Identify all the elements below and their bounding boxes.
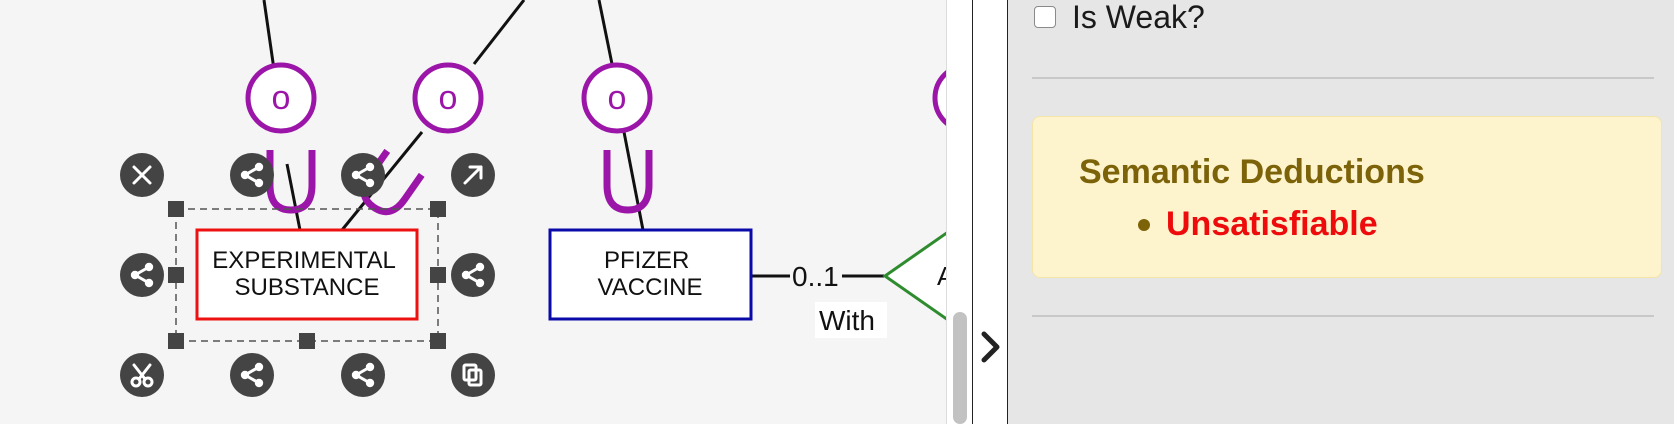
is-weak-row: Is Weak? bbox=[1034, 0, 1205, 35]
entity-label: EXPERIMENTAL SUBSTANCE bbox=[212, 247, 401, 301]
deduction-list: Unsatisfiable bbox=[1138, 205, 1378, 244]
divider bbox=[1032, 77, 1654, 79]
deductions-title: Semantic Deductions bbox=[1079, 153, 1425, 191]
disjoint-union-markers: o o o bbox=[245, 62, 946, 216]
resize-handle[interactable] bbox=[430, 333, 446, 349]
close-handle-button[interactable] bbox=[120, 153, 164, 197]
resize-handle[interactable] bbox=[168, 333, 184, 349]
entity-label-line: SUBSTANCE bbox=[235, 274, 380, 301]
entity-pfizer-vaccine[interactable]: PFIZER VACCINE bbox=[548, 228, 753, 321]
disjoint-marker-partial[interactable] bbox=[932, 65, 946, 131]
arrow-up-right-handle-button[interactable] bbox=[451, 153, 495, 197]
diagram-canvas[interactable]: A o o o EXPERIMENTAL SUBSTANCE PFIZER VA… bbox=[0, 0, 946, 424]
is-weak-checkbox[interactable] bbox=[1034, 6, 1056, 28]
share-handle-button[interactable] bbox=[451, 253, 495, 297]
resize-handle[interactable] bbox=[430, 201, 446, 217]
divider bbox=[1032, 315, 1654, 317]
deduction-item: Unsatisfiable bbox=[1138, 205, 1378, 244]
connection-line bbox=[472, 0, 526, 65]
entity-label-line: VACCINE bbox=[598, 274, 703, 301]
disjoint-marker[interactable]: o bbox=[581, 62, 653, 134]
scrollbar-thumb[interactable] bbox=[953, 312, 967, 424]
disjoint-marker[interactable]: o bbox=[245, 62, 317, 134]
role-label-text: With bbox=[819, 305, 875, 336]
share-handle-button[interactable] bbox=[341, 153, 385, 197]
resize-handle[interactable] bbox=[299, 333, 315, 349]
disjoint-marker[interactable]: o bbox=[412, 62, 484, 134]
connection-line bbox=[597, 0, 614, 65]
entity-label-line: PFIZER bbox=[604, 247, 689, 274]
disjoint-marker-label: o bbox=[608, 79, 627, 117]
disjoint-marker-label: o bbox=[439, 79, 458, 117]
resize-handle[interactable] bbox=[168, 201, 184, 217]
share-handle-button[interactable] bbox=[230, 153, 274, 197]
relationship-label: A bbox=[937, 261, 946, 291]
resize-handle[interactable] bbox=[168, 267, 184, 283]
entity-experimental-substance[interactable]: EXPERIMENTAL SUBSTANCE bbox=[195, 228, 419, 321]
relationship-shape[interactable]: A bbox=[882, 231, 946, 321]
cardinality-label: 0..1 bbox=[792, 261, 839, 292]
entity-label: PFIZER VACCINE bbox=[598, 247, 703, 301]
scissors-handle-button[interactable] bbox=[120, 353, 164, 397]
role-label: With bbox=[815, 302, 887, 338]
resize-handle[interactable] bbox=[430, 267, 446, 283]
share-handle-button[interactable] bbox=[341, 353, 385, 397]
semantic-deductions-box: Semantic Deductions Unsatisfiable bbox=[1032, 116, 1662, 278]
copy-handle-button[interactable] bbox=[451, 353, 495, 397]
is-weak-label: Is Weak? bbox=[1072, 0, 1205, 35]
share-handle-button[interactable] bbox=[230, 353, 274, 397]
deduction-text: Unsatisfiable bbox=[1166, 205, 1378, 243]
disjoint-marker-label: o bbox=[272, 79, 291, 117]
chevron-right-icon bbox=[981, 331, 1000, 363]
connection-line bbox=[285, 163, 302, 231]
properties-panel: Is Weak? Semantic Deductions Unsatisfiab… bbox=[1008, 0, 1674, 424]
share-handle-button[interactable] bbox=[120, 253, 164, 297]
panel-collapse-button[interactable] bbox=[972, 0, 1008, 424]
bullet-icon bbox=[1138, 218, 1150, 231]
entity-label-line: EXPERIMENTAL bbox=[212, 247, 395, 274]
connection-line bbox=[622, 131, 645, 231]
